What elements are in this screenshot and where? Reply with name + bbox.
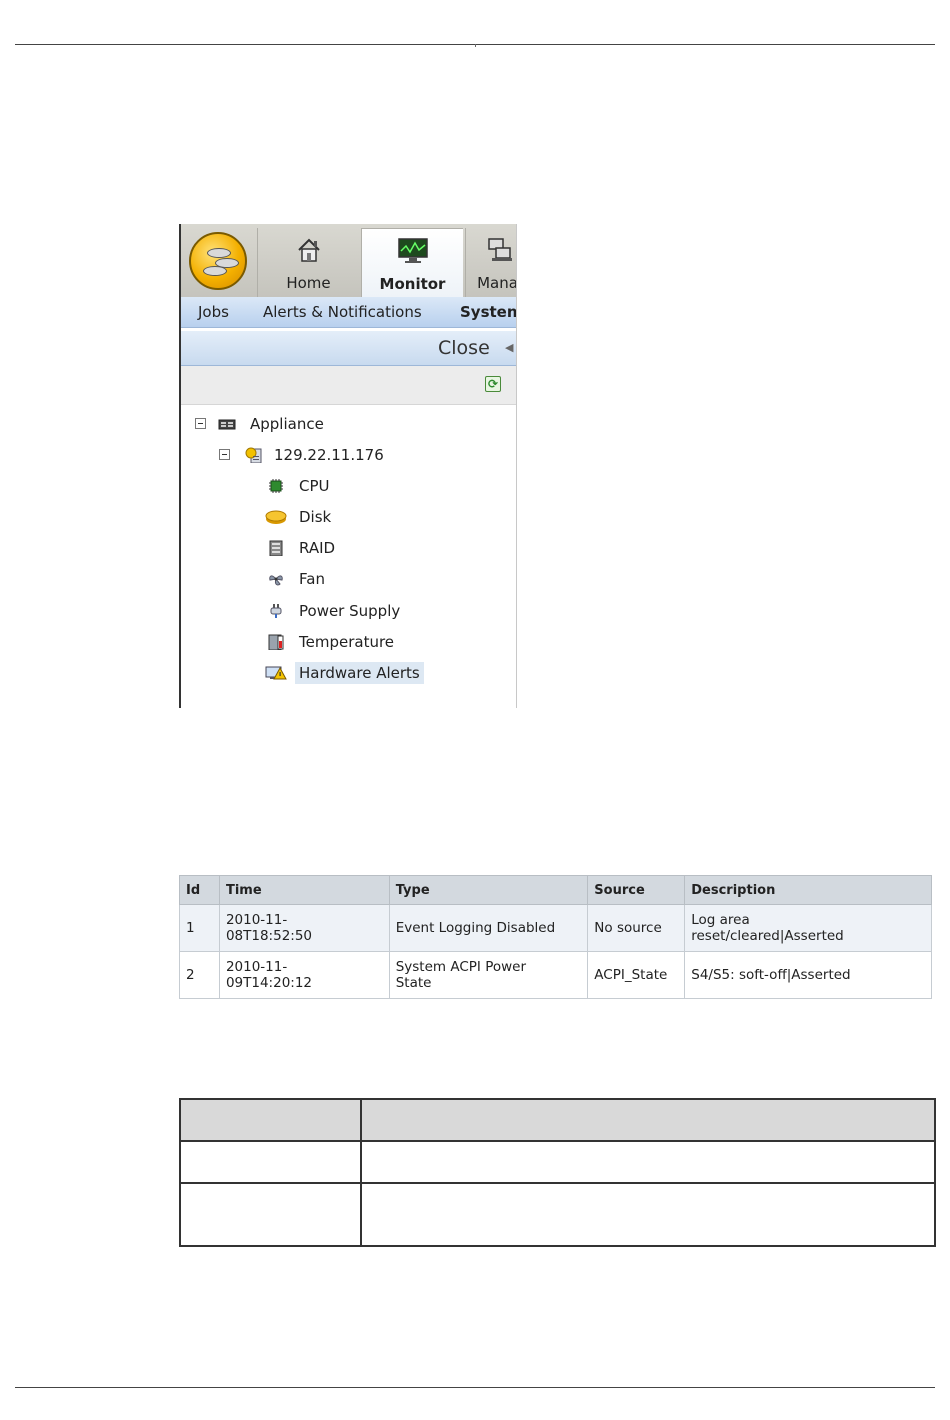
tree-node-label: Hardware Alerts <box>295 662 424 684</box>
tree-node-appliance[interactable]: Appliance <box>195 413 395 435</box>
column-header-description: Description <box>684 875 932 905</box>
raid-icon <box>269 540 283 556</box>
column-header-time: Time <box>218 875 390 905</box>
cell-id: 1 <box>179 904 220 952</box>
server-icon <box>245 447 262 463</box>
tree-node-fan[interactable]: Fan <box>267 568 467 590</box>
collapse-toggle-icon[interactable] <box>195 418 206 429</box>
top-navigation-bar: Home Monitor Mana <box>181 224 516 298</box>
tree-node-hardware-alerts[interactable]: Hardware Alerts <box>265 662 467 684</box>
column-header-id: Id <box>179 875 220 905</box>
sub-nav-alerts-notifications[interactable]: Alerts & Notifications <box>263 303 422 321</box>
nav-tab-label: Home <box>286 274 331 292</box>
tree-node-label: Appliance <box>250 415 324 433</box>
tree-node-disk[interactable]: Disk <box>265 506 467 528</box>
power-supply-icon <box>270 604 282 618</box>
tree-node-label: Disk <box>299 508 332 526</box>
manage-icon <box>488 238 512 261</box>
temperature-icon <box>268 634 284 650</box>
cell-source: No source <box>587 904 686 952</box>
tree-node-label: Temperature <box>299 633 395 651</box>
table-cell <box>359 1140 937 1184</box>
appliance-icon <box>218 419 236 430</box>
header-cell <box>179 1098 362 1142</box>
product-logo-icon[interactable] <box>189 232 247 290</box>
sub-nav-system[interactable]: Systen <box>460 303 516 321</box>
tree-node-label: RAID <box>299 539 336 557</box>
monitor-icon <box>397 238 428 263</box>
tree-node-label: CPU <box>299 477 330 495</box>
cell-description: S4/S5: soft-off|Asserted <box>684 951 932 999</box>
table-row <box>179 1140 937 1184</box>
cell-description: Log area reset/cleared|Asserted <box>684 904 932 952</box>
sub-nav-jobs[interactable]: Jobs <box>198 303 229 321</box>
table-header-row: Id Time Type Source Description <box>179 875 932 905</box>
nav-tab-manage[interactable]: Mana <box>465 228 516 297</box>
tree-node-power-supply[interactable]: Power Supply <box>267 600 467 622</box>
nav-tab-label: Mana <box>477 274 517 292</box>
tree-toolbar: ⟳ <box>181 366 516 405</box>
close-button[interactable]: Close <box>438 337 490 359</box>
blank-field-table <box>179 1098 937 1247</box>
sub-navigation-bar: Jobs Alerts & Notifications Systen <box>181 297 516 328</box>
cell-type: Event Logging Disabled <box>388 904 589 952</box>
table-cell <box>179 1182 362 1247</box>
table-row: 1 2010-11- 08T18:52:50 Event Logging Dis… <box>179 904 932 952</box>
column-header-type: Type <box>388 875 589 905</box>
hardware-alerts-icon <box>265 666 287 680</box>
tree-node-raid[interactable]: RAID <box>267 537 467 559</box>
table-row <box>179 1182 937 1247</box>
tree-node-label: Power Supply <box>299 602 401 620</box>
tree-node-temperature[interactable]: Temperature <box>267 631 467 653</box>
disk-icon <box>265 510 287 524</box>
nav-tab-home[interactable]: Home <box>257 228 359 297</box>
tree-node-label: 129.22.11.176 <box>274 446 384 464</box>
tree-node-label: Fan <box>299 570 325 588</box>
home-icon <box>297 238 320 262</box>
fan-icon <box>269 575 283 586</box>
cell-time: 2010-11- 08T18:52:50 <box>218 904 390 952</box>
cell-time: 2010-11- 09T14:20:12 <box>218 951 390 999</box>
refresh-icon[interactable]: ⟳ <box>485 376 501 392</box>
table-cell <box>179 1140 362 1184</box>
header-cell <box>359 1098 937 1142</box>
column-header-source: Source <box>587 875 686 905</box>
cpu-icon <box>269 479 283 493</box>
hardware-alerts-table: Id Time Type Source Description 1 2010-1… <box>179 875 932 999</box>
cell-type: System ACPI Power State <box>388 951 589 999</box>
close-panel-bar[interactable]: Close ◀ <box>181 331 516 366</box>
header-tick <box>475 44 476 47</box>
tree-node-cpu[interactable]: CPU <box>267 475 467 497</box>
chevron-left-icon: ◀ <box>505 341 514 354</box>
cell-id: 2 <box>179 951 220 999</box>
table-row: 2 2010-11- 09T14:20:12 System ACPI Power… <box>179 951 932 999</box>
cell-source: ACPI_State <box>587 951 686 999</box>
footer-rule <box>15 1387 935 1388</box>
table-header-row <box>179 1098 937 1142</box>
tree-node-server[interactable]: 129.22.11.176 <box>219 444 419 466</box>
table-cell <box>359 1182 937 1247</box>
collapse-toggle-icon[interactable] <box>219 449 230 460</box>
app-screenshot: Home Monitor Mana Jobs Alerts & Notifica… <box>179 224 517 708</box>
